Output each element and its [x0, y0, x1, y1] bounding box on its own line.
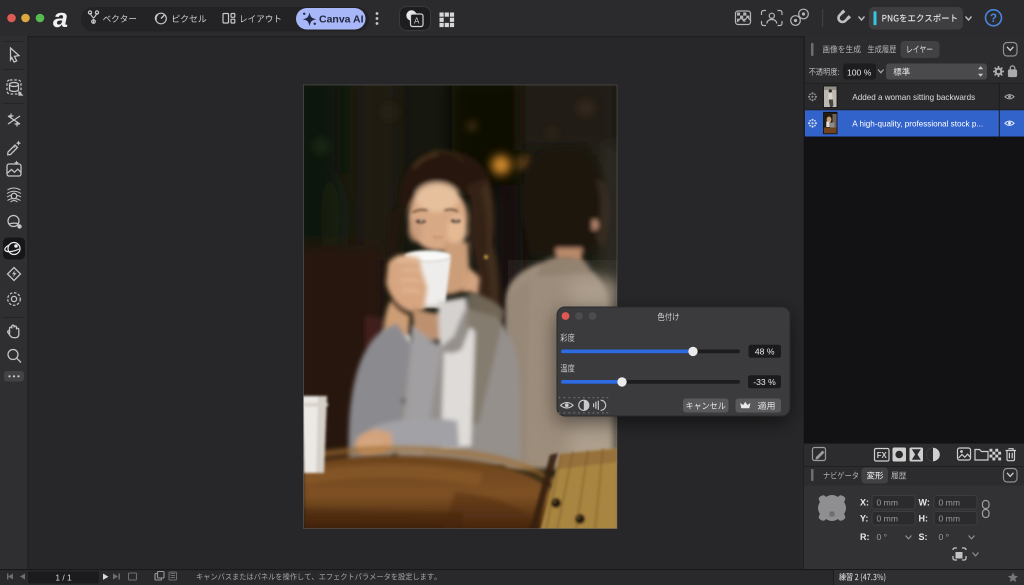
svg-text:H:: H:	[919, 514, 929, 524]
svg-text:0 mm: 0 mm	[939, 498, 960, 508]
svg-text:1 / 1: 1 / 1	[55, 573, 72, 583]
svg-text:S:: S:	[919, 532, 928, 542]
svg-text:A: A	[414, 17, 420, 26]
svg-text:-33 %: -33 %	[753, 377, 776, 387]
svg-text:0 °: 0 °	[877, 532, 888, 542]
svg-text:R:: R:	[860, 532, 870, 542]
svg-text:A high-quality, professional s: A high-quality, professional stock p...	[852, 120, 983, 129]
svg-text:0 °: 0 °	[939, 532, 950, 542]
svg-text:Added a woman sitting backward: Added a woman sitting backwards	[852, 93, 975, 102]
svg-text:0 mm: 0 mm	[877, 514, 898, 524]
svg-text:a: a	[53, 3, 68, 33]
svg-text:X:: X:	[860, 498, 869, 508]
svg-text:W:: W:	[919, 498, 930, 508]
svg-text:Y:: Y:	[860, 514, 868, 524]
svg-text:0 mm: 0 mm	[877, 498, 898, 508]
svg-text:FX: FX	[877, 451, 888, 460]
svg-text:48 %: 48 %	[755, 347, 775, 357]
svg-text:?: ?	[990, 13, 997, 25]
svg-text:0 mm: 0 mm	[939, 514, 960, 524]
svg-text:100 %: 100 %	[847, 67, 872, 77]
svg-text:Canva AI: Canva AI	[319, 13, 364, 25]
